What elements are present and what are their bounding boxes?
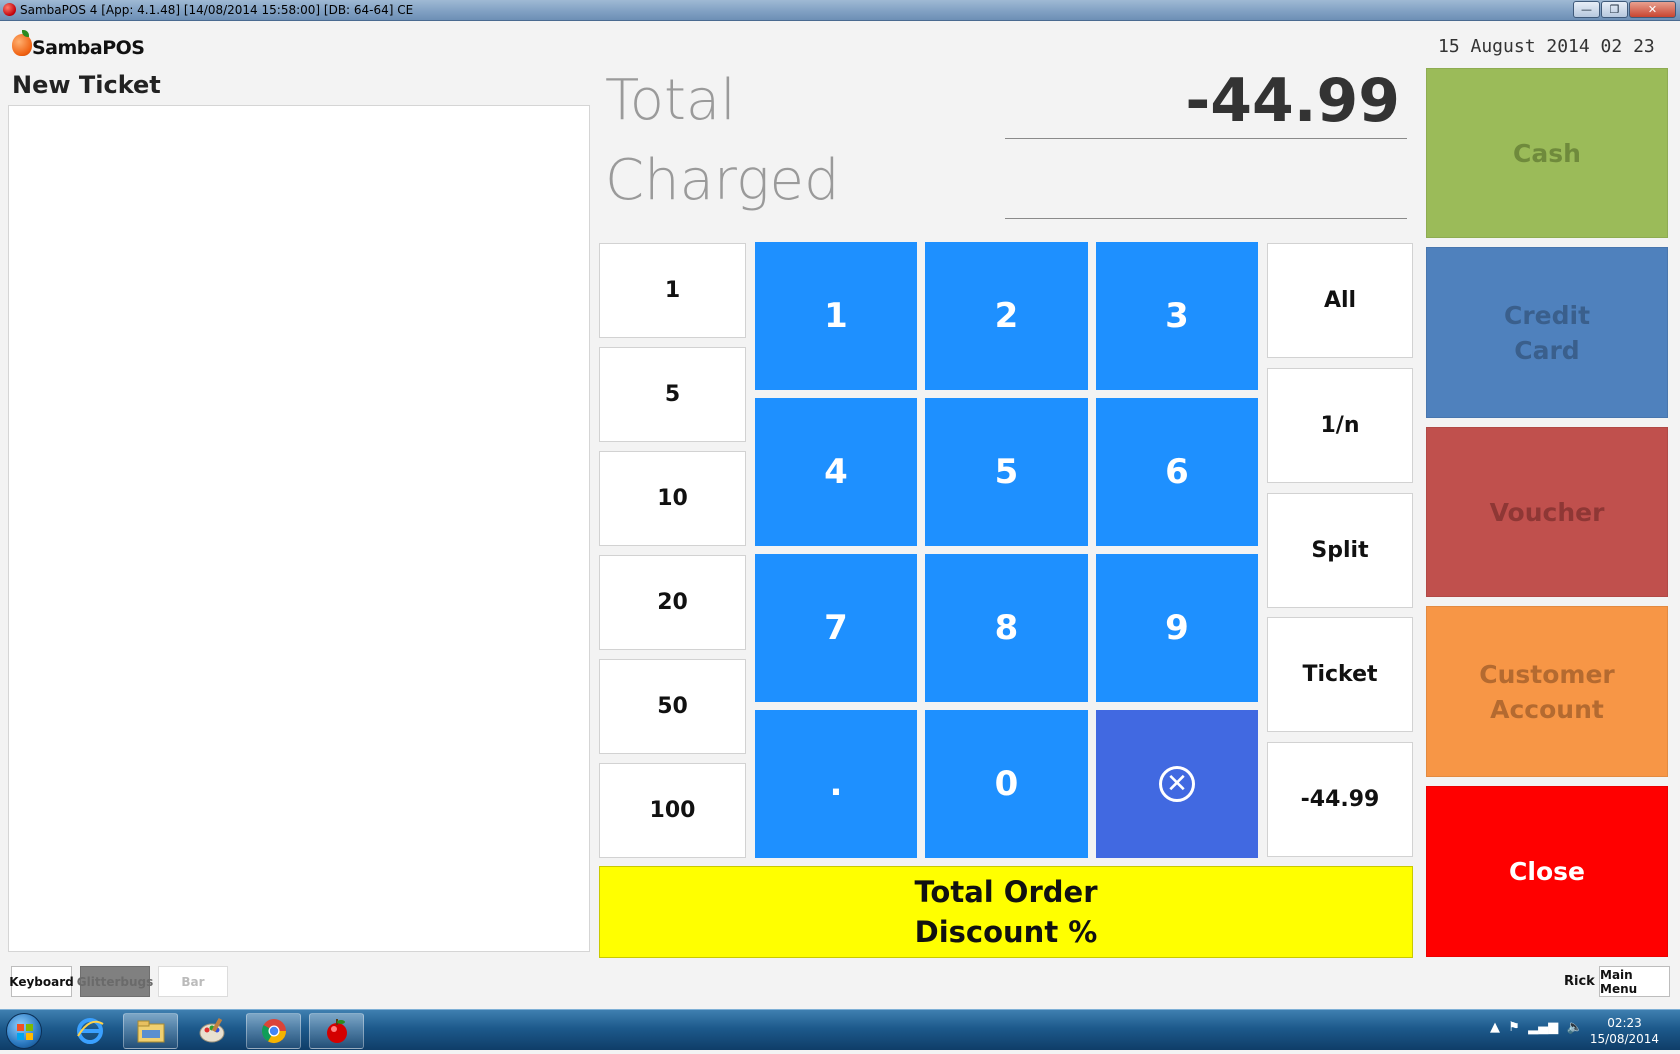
numpad-key-decimal[interactable]: . xyxy=(755,710,917,858)
logo-text: SambaPOS xyxy=(32,37,145,59)
credit-card-label-line2: Card xyxy=(1514,335,1580,365)
customer-account-payment-button[interactable]: Customer Account xyxy=(1426,606,1668,777)
numpad-key-9[interactable]: 9 xyxy=(1096,554,1258,702)
discount-label-line2: Discount % xyxy=(914,915,1098,949)
quick-amount-1[interactable]: 1 xyxy=(599,243,746,338)
total-order-discount-button[interactable]: Total Order Discount % xyxy=(599,866,1413,958)
numpad-key-5[interactable]: 5 xyxy=(925,398,1088,546)
file-explorer-icon[interactable] xyxy=(123,1013,178,1049)
sambapos-icon[interactable] xyxy=(309,1013,364,1049)
close-label: Close xyxy=(1509,857,1585,886)
remaining-amount-button[interactable]: -44.99 xyxy=(1267,742,1413,857)
numpad-key-7[interactable]: 7 xyxy=(755,554,917,702)
ticket-title: New Ticket xyxy=(12,71,161,99)
numpad-key-2[interactable]: 2 xyxy=(925,242,1088,390)
charged-label: Charged xyxy=(605,148,840,213)
numpad-key-0[interactable]: 0 xyxy=(925,710,1088,858)
charged-underline xyxy=(1005,218,1407,219)
internet-explorer-icon[interactable] xyxy=(68,1013,112,1049)
clear-circle-x-icon: ✕ xyxy=(1159,766,1195,802)
main-menu-button[interactable]: Main Menu xyxy=(1599,966,1670,997)
numpad-key-6[interactable]: 6 xyxy=(1096,398,1258,546)
total-value: -44.99 xyxy=(1185,66,1400,136)
system-clock[interactable]: 02:23 15/08/2014 xyxy=(1587,1015,1662,1047)
total-label: Total xyxy=(605,68,736,133)
window-title-bar: SambaPOS 4 [App: 4.1.48] [14/08/2014 15:… xyxy=(0,0,1680,21)
close-window-button[interactable]: ✕ xyxy=(1629,1,1676,18)
close-payment-button[interactable]: Close xyxy=(1426,786,1668,957)
department-glitterbugs-button[interactable]: Glitterbugs xyxy=(77,966,153,997)
split-all-button[interactable]: All xyxy=(1267,243,1413,358)
numpad-key-3[interactable]: 3 xyxy=(1096,242,1258,390)
sambapos-app-icon xyxy=(3,3,16,16)
window-title: SambaPOS 4 [App: 4.1.48] [14/08/2014 15:… xyxy=(20,3,414,17)
total-underline xyxy=(1005,138,1407,139)
keyboard-button[interactable]: Keyboard xyxy=(9,966,74,997)
quick-amount-100[interactable]: 100 xyxy=(599,763,746,858)
quick-amount-20[interactable]: 20 xyxy=(599,555,746,650)
windows-taskbar: ▲ ⚑ ▂▄▆ 🔈 02:23 15/08/2014 xyxy=(0,1009,1680,1050)
paint-icon[interactable] xyxy=(190,1013,234,1049)
sambapos-logo: SambaPOS xyxy=(12,30,152,62)
system-tray-icons[interactable]: ▲ ⚑ ▂▄▆ 🔈 xyxy=(1490,1020,1583,1035)
numpad-key-8[interactable]: 8 xyxy=(925,554,1088,702)
date-time-display: 15 August 2014 02 23 xyxy=(1438,36,1655,57)
maximize-button[interactable]: ❐ xyxy=(1601,1,1628,18)
split-ticket-button[interactable]: Ticket xyxy=(1267,617,1413,732)
customer-account-label-line1: Customer xyxy=(1479,659,1615,689)
department-bar-button[interactable]: Bar xyxy=(158,966,228,997)
windows-start-icon[interactable] xyxy=(6,1013,42,1049)
numpad-key-4[interactable]: 4 xyxy=(755,398,917,546)
customer-account-label-line2: Account xyxy=(1490,694,1604,724)
discount-label-line1: Total Order xyxy=(914,875,1098,909)
quick-amount-10[interactable]: 10 xyxy=(599,451,746,546)
split-one-over-n-button[interactable]: 1/n xyxy=(1267,368,1413,483)
ticket-orders-list[interactable] xyxy=(8,105,590,952)
quick-amount-5[interactable]: 5 xyxy=(599,347,746,442)
minimize-button[interactable]: — xyxy=(1573,1,1600,18)
quick-amount-50[interactable]: 50 xyxy=(599,659,746,754)
cash-label: Cash xyxy=(1513,138,1581,168)
cash-payment-button[interactable]: Cash xyxy=(1426,68,1668,238)
voucher-payment-button[interactable]: Voucher xyxy=(1426,427,1668,597)
system-time: 02:23 xyxy=(1607,1016,1642,1030)
credit-card-payment-button[interactable]: Credit Card xyxy=(1426,247,1668,418)
system-date: 15/08/2014 xyxy=(1589,1032,1660,1046)
numpad-clear-button[interactable]: ✕ xyxy=(1096,710,1258,858)
apple-logo-icon xyxy=(12,34,32,56)
credit-card-label-line1: Credit xyxy=(1503,300,1591,330)
split-button[interactable]: Split xyxy=(1267,493,1413,608)
numpad-key-1[interactable]: 1 xyxy=(755,242,917,390)
chrome-icon[interactable] xyxy=(246,1013,301,1049)
current-user-label: Rick xyxy=(1564,974,1595,989)
voucher-label: Voucher xyxy=(1489,497,1605,527)
